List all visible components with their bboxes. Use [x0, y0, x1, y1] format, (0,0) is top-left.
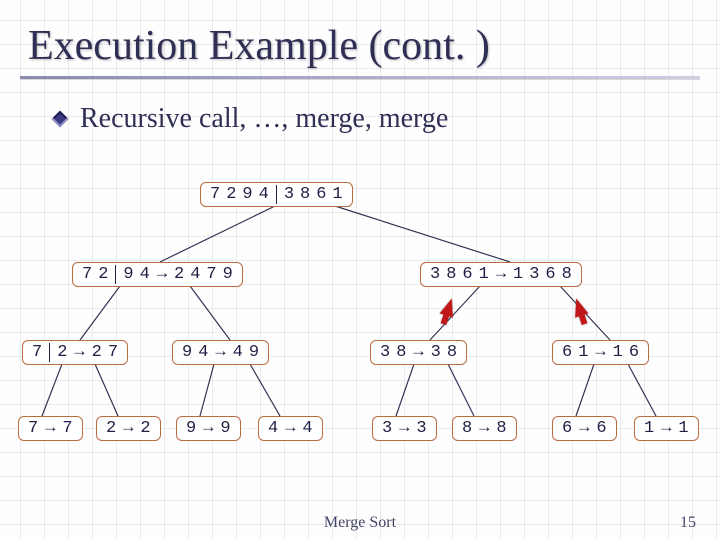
tree-node-l3-1: 2→2: [96, 416, 161, 441]
tree-node-l2-0: 72→27: [22, 340, 128, 365]
merge-arrow-icon: [440, 296, 459, 317]
merge-arrow-icon: [570, 296, 589, 317]
diamond-bullet-icon: [52, 111, 69, 128]
tree-node-l1-left: 7294→2479: [72, 262, 243, 287]
tree-node-root: 72943861: [200, 182, 353, 207]
tree-node-l3-0: 7→7: [18, 416, 83, 441]
tree-canvas: 72943861 7294→2479 3861→1368 72→27 94→49…: [0, 170, 720, 510]
tree-node-l3-2: 9→9: [176, 416, 241, 441]
tree-node-l2-1: 94→49: [172, 340, 269, 365]
tree-node-l3-6: 6→6: [552, 416, 617, 441]
tree-node-l3-4: 3→3: [372, 416, 437, 441]
footer-label: Merge Sort: [0, 514, 720, 532]
tree-node-l3-7: 1→1: [634, 416, 699, 441]
tree-node-l2-3: 61→16: [552, 340, 649, 365]
tree-node-l2-2: 38→38: [370, 340, 467, 365]
tree-node-l1-right: 3861→1368: [420, 262, 582, 287]
page-number: 15: [680, 514, 696, 532]
subtitle-text: Recursive call, …, merge, merge: [80, 103, 448, 135]
slide-subtitle: Recursive call, …, merge, merge: [0, 79, 720, 135]
tree-node-l3-5: 8→8: [452, 416, 517, 441]
slide-title: Execution Example (cont. ): [0, 0, 720, 76]
tree-node-l3-3: 4→4: [258, 416, 323, 441]
